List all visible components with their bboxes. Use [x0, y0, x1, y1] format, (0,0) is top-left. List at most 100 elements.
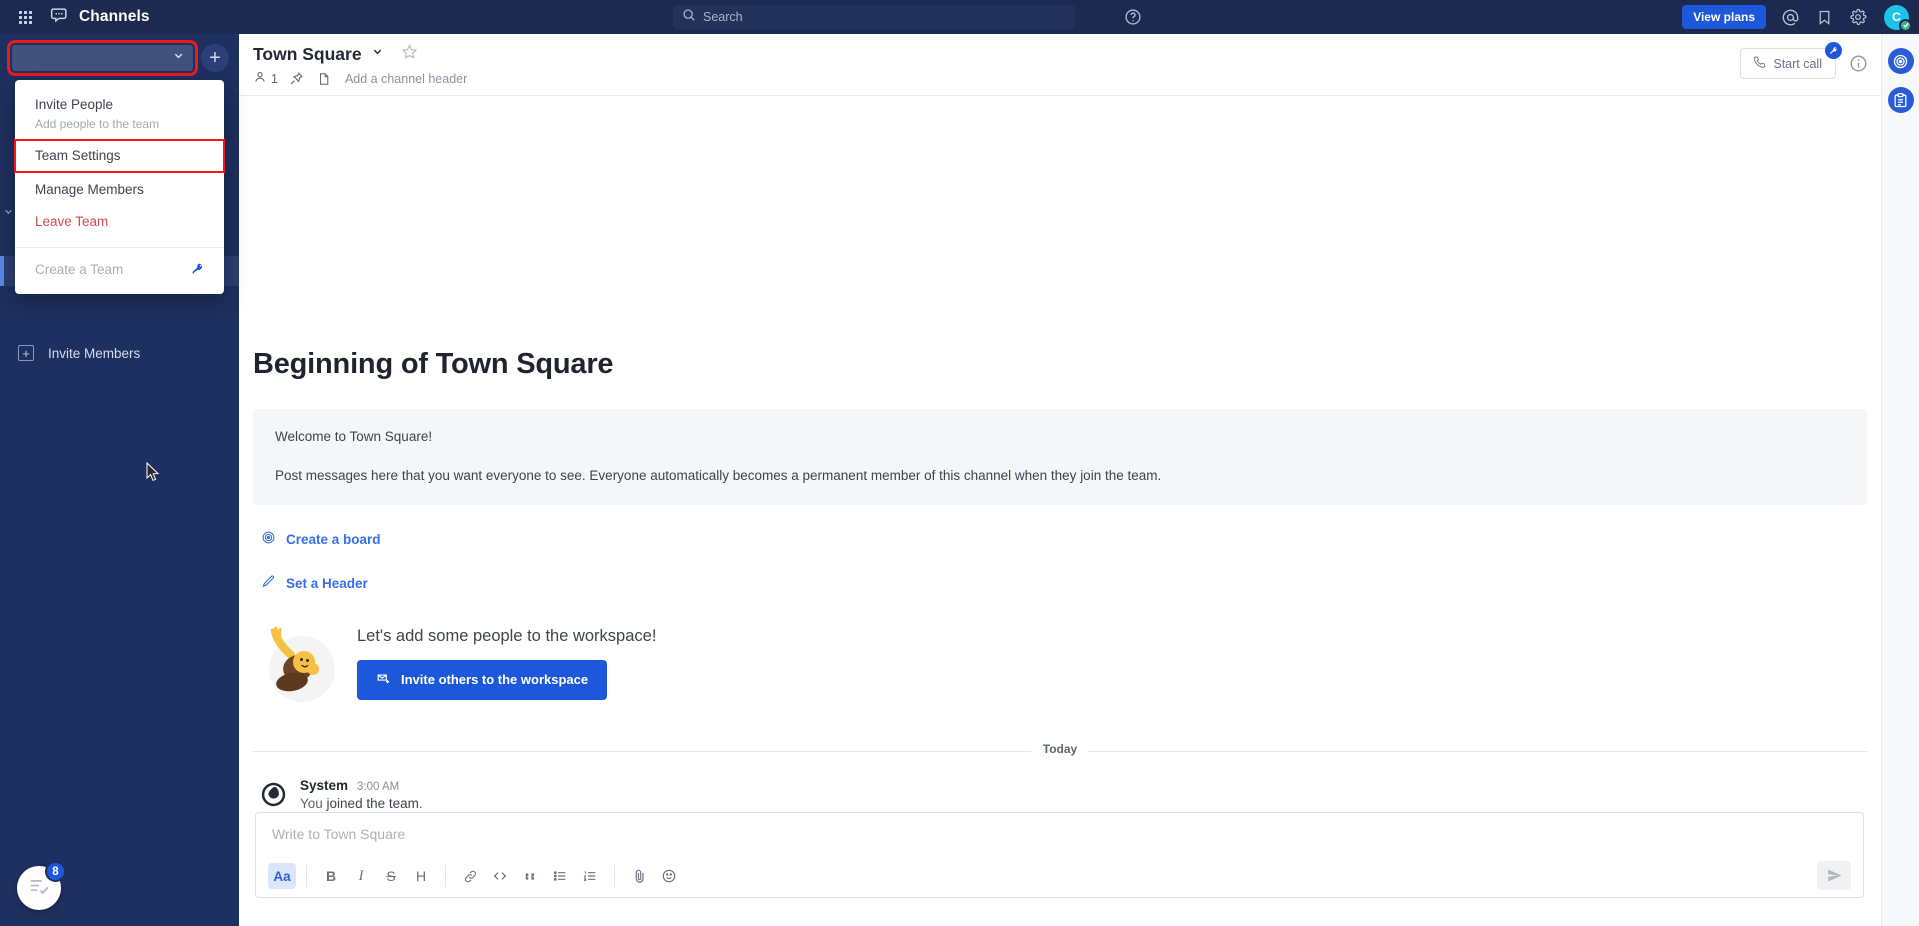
pin-icon[interactable]	[289, 71, 305, 87]
formatting-toggle-label: Aa	[273, 868, 291, 884]
menu-item-team-settings[interactable]: Team Settings	[14, 139, 225, 173]
product-switcher[interactable]: Channels	[50, 5, 150, 30]
quote-button[interactable]	[516, 863, 544, 889]
avatar[interactable]: C	[1884, 4, 1912, 32]
checklist-icon	[28, 875, 50, 902]
post-text-prefix: You	[300, 796, 327, 811]
message-composer: Write to Town Square Aa B I S H	[255, 812, 1864, 898]
formatting-toggle[interactable]: Aa	[268, 863, 296, 889]
boards-clipboard-icon[interactable]	[1887, 87, 1914, 113]
plus-square-icon: +	[18, 345, 34, 361]
channel-content: Beginning of Town Square Welcome to Town…	[239, 96, 1881, 926]
welcome-body: Post messages here that you want everyon…	[275, 468, 1162, 483]
global-header: Channels Search View plans C	[0, 0, 1919, 34]
create-a-board-link[interactable]: Create a board	[261, 530, 1881, 548]
add-channel-header-link[interactable]: Add a channel header	[345, 72, 467, 86]
mattermost-logo-icon	[257, 778, 289, 810]
team-name-dropdown-button[interactable]	[7, 40, 198, 76]
chevron-down-icon[interactable]	[371, 45, 384, 63]
post-text-bold: joined the team	[326, 796, 419, 811]
onboarding-checklist-button[interactable]: 8	[17, 861, 66, 910]
start-call-button[interactable]: Start call	[1740, 42, 1842, 79]
app-rail	[1881, 34, 1919, 926]
post-author[interactable]: System	[300, 778, 348, 793]
link-button[interactable]	[456, 863, 484, 889]
toolbar-divider	[306, 865, 307, 887]
search-icon	[682, 8, 696, 27]
help-circle-icon[interactable]	[1124, 8, 1142, 26]
heading-button[interactable]: H	[407, 863, 435, 889]
playbooks-target-icon[interactable]	[1887, 48, 1914, 74]
italic-button[interactable]: I	[347, 863, 375, 889]
category-chevron-icon[interactable]	[3, 206, 14, 220]
search-input[interactable]: Search	[673, 5, 1075, 29]
menu-item-manage-members[interactable]: Manage Members	[15, 174, 224, 206]
welcome-heading: Welcome to Town Square!	[275, 429, 433, 444]
key-icon	[1825, 42, 1842, 59]
invite-others-label: Invite others to the workspace	[401, 672, 589, 687]
formatting-toolbar: Aa B I S H	[256, 855, 1863, 897]
onboarding-badge-count: 8	[45, 861, 66, 882]
bold-button[interactable]: B	[317, 863, 345, 889]
mouse-cursor	[146, 461, 160, 487]
menu-item-create-a-team-label: Create a Team	[35, 262, 124, 277]
gear-icon[interactable]	[1848, 7, 1868, 27]
sidebar-item-invite-members[interactable]: + Invite Members	[0, 338, 239, 368]
message-input[interactable]: Write to Town Square	[256, 813, 1863, 855]
star-outline-icon[interactable]	[401, 43, 418, 65]
date-separator: Today	[253, 742, 1867, 760]
apps-grid-icon[interactable]	[14, 6, 36, 28]
invite-others-button[interactable]: Invite others to the workspace	[357, 659, 608, 700]
message-input-placeholder: Write to Town Square	[272, 826, 406, 842]
channel-intro: Beginning of Town Square	[239, 96, 1881, 381]
invite-people-block: Let's add some people to the workspace! …	[261, 624, 1881, 702]
team-header: +	[0, 34, 239, 82]
menu-item-team-settings-label: Team Settings	[35, 148, 121, 163]
menu-item-leave-team[interactable]: Leave Team	[15, 206, 224, 238]
status-badge-online	[1899, 18, 1912, 32]
attachment-button[interactable]	[625, 863, 653, 889]
phone-icon	[1752, 55, 1766, 72]
page-title: Beginning of Town Square	[253, 348, 614, 380]
post-timestamp: 3:00 AM	[357, 781, 400, 793]
channel-members-button[interactable]: 1	[253, 70, 278, 87]
numbered-list-button[interactable]	[576, 863, 604, 889]
menu-item-leave-team-label: Leave Team	[35, 214, 109, 229]
invite-copy: Let's add some people to the workspace! …	[357, 627, 656, 700]
product-name: Channels	[79, 8, 150, 25]
date-separator-label: Today	[1031, 742, 1089, 756]
emoji-button[interactable]	[655, 863, 683, 889]
add-channel-button[interactable]: +	[201, 44, 229, 72]
bookmark-flag-icon[interactable]	[1814, 7, 1834, 27]
channel-title[interactable]: Town Square	[253, 44, 362, 65]
file-icon[interactable]	[316, 71, 332, 87]
post-text-suffix: .	[418, 796, 423, 811]
post-content: System 3:00 AM You joined the team.	[300, 778, 423, 811]
at-mention-icon[interactable]	[1780, 7, 1800, 27]
waving-person-illustration	[261, 624, 339, 702]
menu-item-invite-people-label: Invite People	[35, 97, 114, 112]
code-button[interactable]	[486, 863, 514, 889]
toolbar-divider	[445, 865, 446, 887]
invite-members-label: Invite Members	[48, 345, 141, 361]
create-a-board-label: Create a board	[286, 531, 381, 547]
view-plans-button[interactable]: View plans	[1682, 5, 1766, 29]
menu-item-manage-members-label: Manage Members	[35, 182, 144, 197]
menu-item-create-a-team[interactable]: Create a Team	[15, 254, 224, 286]
key-icon	[191, 262, 204, 278]
start-call-label: Start call	[1773, 56, 1822, 71]
info-circle-icon[interactable]	[1849, 54, 1869, 74]
set-a-header-link[interactable]: Set a Header	[261, 574, 1881, 592]
bulleted-list-button[interactable]	[546, 863, 574, 889]
pencil-icon	[261, 574, 276, 592]
send-button[interactable]	[1817, 861, 1851, 890]
chevron-down-icon	[172, 49, 185, 67]
strikethrough-button[interactable]: S	[377, 863, 405, 889]
global-header-actions: View plans C	[1682, 0, 1912, 34]
post-item: System 3:00 AM You joined the team.	[257, 778, 1881, 811]
team-settings-dropdown-menu: Invite People Add people to the team Tea…	[14, 80, 225, 294]
mail-plus-icon	[376, 671, 391, 689]
menu-item-invite-people[interactable]: Invite People Add people to the team	[15, 89, 224, 138]
search-placeholder: Search	[703, 10, 743, 24]
channel-members-count: 1	[271, 71, 278, 86]
